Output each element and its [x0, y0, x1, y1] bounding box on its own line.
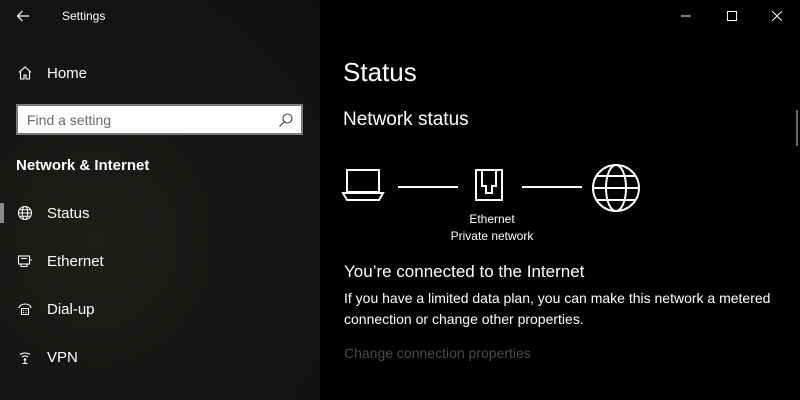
nav-home[interactable]: Home [0, 58, 320, 88]
sidebar-item-label: VPN [47, 348, 78, 366]
dialup-icon [16, 300, 34, 318]
change-connection-properties-link[interactable]: Change connection properties [344, 345, 531, 361]
section-heading: Network & Internet [16, 157, 150, 174]
section-title: Network status [343, 109, 469, 130]
ethernet-port-icon [475, 169, 503, 201]
home-icon [16, 64, 34, 82]
titlebar-left: Settings [0, 0, 320, 32]
sidebar-item-status[interactable]: Status [0, 196, 320, 230]
sidebar-item-label: Dial-up [47, 300, 95, 318]
adapter-name: Ethernet [469, 212, 515, 226]
globe-icon [592, 164, 640, 212]
maximize-button[interactable] [709, 0, 755, 32]
search-icon[interactable] [278, 112, 294, 128]
connection-description: If you have a limited data plan, you can… [344, 290, 771, 327]
sidebar-item-dialup[interactable]: Dial-up [0, 292, 320, 326]
home-label: Home [47, 64, 88, 82]
back-button[interactable] [6, 2, 40, 30]
network-type: Private network [450, 229, 534, 243]
active-indicator [0, 203, 4, 223]
globe-icon [16, 204, 34, 222]
page-title: Status [343, 57, 417, 87]
vpn-icon [16, 348, 34, 366]
sidebar-item-label: Status [47, 204, 90, 222]
minimize-button[interactable] [663, 0, 709, 32]
search-input[interactable] [18, 106, 268, 133]
laptop-icon [341, 169, 385, 201]
ethernet-icon [16, 252, 34, 270]
sidebar-item-vpn[interactable]: VPN [0, 340, 320, 374]
search-box[interactable] [16, 104, 303, 135]
minimize-icon [681, 15, 691, 17]
sidebar-item-ethernet[interactable]: Ethernet [0, 244, 320, 278]
app-title: Settings [62, 9, 106, 23]
sidebar-item-label: Ethernet [47, 252, 104, 270]
close-button[interactable] [754, 0, 800, 32]
main-content: Status Network status Ethernet Private n… [320, 0, 800, 400]
maximize-icon [727, 11, 737, 21]
connection-status-heading: You’re connected to the Internet [344, 262, 585, 281]
scrollbar-thumb[interactable] [796, 110, 798, 146]
close-icon [772, 11, 782, 21]
sidebar: Settings Home Network & Internet Status [0, 0, 320, 400]
back-arrow-icon [16, 10, 29, 22]
